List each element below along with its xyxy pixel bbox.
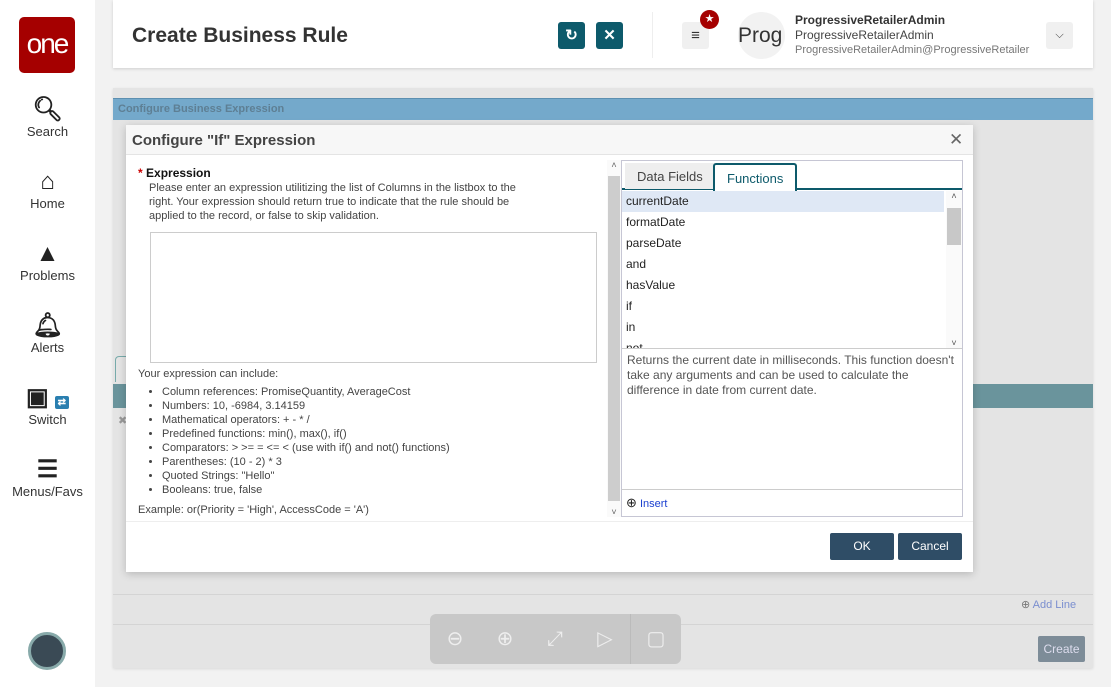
chevron-down-icon: ⌵ [1055, 29, 1064, 41]
sidebar-item-problems[interactable]: ▲ Problems [0, 240, 95, 283]
function-description: Returns the current date in milliseconds… [622, 348, 962, 489]
avatar[interactable]: Prog [738, 12, 785, 59]
user-menu-button[interactable]: ⌵ [1046, 22, 1073, 49]
fullscreen-icon[interactable]: ⤢ [530, 614, 580, 664]
app-logo[interactable]: one [19, 17, 75, 73]
refresh-button[interactable]: ↻ [558, 22, 585, 49]
function-panel: Data Fields Functions currentDate format… [621, 160, 963, 517]
list-item[interactable]: currentDate [622, 191, 944, 212]
section-title: Configure Business Expression [113, 98, 1093, 120]
user-email: ProgressiveRetailerAdmin@ProgressiveReta… [795, 44, 1030, 56]
menu-icon: ☰ [36, 456, 59, 483]
scroll-down-icon: ˅ [951, 338, 957, 348]
list-item[interactable]: if [622, 296, 962, 317]
bell-icon: 🔔︎ [32, 312, 63, 339]
sidebar: one 🔍︎ Search ⌂ Home ▲ Problems 🔔︎ Alerts ▣ ⇄… [0, 0, 95, 687]
dialog-title: Configure "If" Expression [126, 125, 973, 155]
expression-label: Expression [146, 166, 211, 180]
scroll-down-icon: ˅ [611, 507, 617, 517]
include-list: Column references: PromiseQuantity, Aver… [138, 385, 450, 497]
switch-icon: ▣ ⇄ [0, 384, 95, 412]
page-header: Create Business Rule ↻ ✕ ≡ ★ Prog Progre… [113, 0, 1093, 68]
comment-icon[interactable]: ▢ [631, 614, 681, 664]
configure-if-dialog: Configure "If" Expression ✕ * Expression… [126, 125, 973, 572]
search-icon: 🔍︎ [32, 96, 63, 123]
left-pane-scrollbar[interactable]: ˄ ˅ [607, 160, 621, 517]
zoom-in-icon[interactable]: ⊕ [480, 614, 530, 664]
sidebar-item-switch[interactable]: ▣ ⇄ Switch [0, 384, 95, 427]
tab-functions[interactable]: Functions [713, 163, 798, 191]
scroll-up-icon: ˄ [951, 191, 957, 201]
star-badge-icon: ★ [700, 10, 719, 29]
expression-input[interactable] [150, 232, 597, 363]
include-heading: Your expression can include: [138, 368, 279, 380]
sidebar-item-menus[interactable]: ☰ Menus/Favs [0, 456, 95, 499]
sidebar-item-home[interactable]: ⌂ Home [0, 168, 95, 211]
dialog-close-icon[interactable]: ✕ [949, 130, 963, 150]
create-button[interactable]: Create [1038, 636, 1085, 662]
list-icon: ≡ [691, 27, 700, 44]
list-item[interactable]: hasValue [622, 275, 962, 296]
list-item[interactable]: not [622, 338, 962, 348]
close-icon: ✕ [603, 27, 616, 44]
insert-link[interactable]: ⊕ Insert [622, 489, 962, 517]
home-icon: ⌂ [40, 168, 55, 195]
presentation-icon[interactable]: ▷ [580, 614, 631, 664]
list-item[interactable]: formatDate [622, 212, 962, 233]
expression-help: Please enter an expression utilitizing t… [149, 182, 516, 222]
user-role: ProgressiveRetailerAdmin [795, 28, 934, 42]
sidebar-item-alerts[interactable]: 🔔︎ Alerts [0, 312, 95, 355]
user-avatar[interactable] [28, 632, 66, 670]
cancel-button[interactable]: Cancel [898, 533, 962, 560]
list-item[interactable]: parseDate [622, 233, 962, 254]
zoom-out-icon[interactable]: ⊖ [430, 614, 480, 664]
refresh-icon: ↻ [565, 27, 578, 44]
function-list-scrollbar[interactable]: ˄ ˅ [946, 191, 962, 348]
warning-icon: ▲ [35, 240, 60, 267]
page-title: Create Business Rule [132, 24, 348, 47]
plus-circle-icon: ⊕ [1021, 599, 1031, 611]
ok-button[interactable]: OK [830, 533, 894, 560]
list-item[interactable]: in [622, 317, 962, 338]
function-list: currentDate formatDate parseDate and has… [622, 191, 962, 348]
tab-data-fields[interactable]: Data Fields [625, 163, 715, 189]
user-name: ProgressiveRetailerAdmin [795, 13, 946, 27]
close-button[interactable]: ✕ [596, 22, 623, 49]
sidebar-item-search[interactable]: 🔍︎ Search [0, 96, 95, 139]
viewer-toolbar: ⊖ ⊕ ⤢ ▷ ▢ [430, 614, 681, 664]
plus-circle-icon: ⊕ [626, 495, 637, 510]
example-text: Example: or(Priority = 'High', AccessCod… [138, 504, 369, 516]
list-item[interactable]: and [622, 254, 962, 275]
add-line-link[interactable]: ⊕ Add Line [1021, 598, 1076, 611]
scroll-up-icon: ˄ [611, 160, 617, 170]
